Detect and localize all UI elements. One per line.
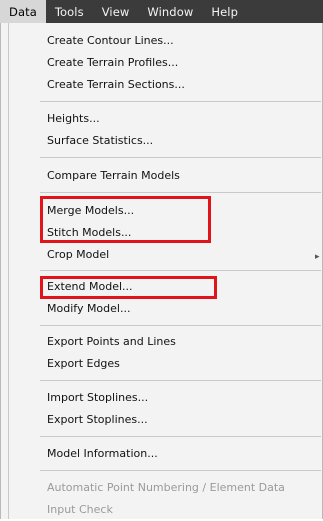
menu-item-import-stoplines[interactable]: Import Stoplines... bbox=[47, 387, 148, 409]
submenu-arrow-icon: ▸ bbox=[315, 252, 320, 262]
menu-item-crop-model[interactable]: Crop Model bbox=[47, 244, 109, 266]
menu-view[interactable]: View bbox=[93, 0, 139, 23]
red-highlight-box bbox=[40, 196, 211, 243]
menu-separator bbox=[40, 270, 321, 271]
menu-item-heights[interactable]: Heights... bbox=[47, 108, 100, 130]
menu-separator bbox=[40, 192, 321, 193]
menu-item-create-terrain-profiles[interactable]: Create Terrain Profiles... bbox=[47, 52, 178, 74]
menu-window[interactable]: Window bbox=[138, 0, 202, 23]
menu-item-model-information[interactable]: Model Information... bbox=[47, 443, 158, 465]
menu-bar: Data Tools View Window Help bbox=[0, 0, 323, 23]
menu-separator bbox=[40, 101, 321, 102]
menu-separator bbox=[40, 380, 321, 381]
menu-tools[interactable]: Tools bbox=[46, 0, 93, 23]
menu-item-input-check: Input Check bbox=[47, 503, 113, 516]
menu-item-create-terrain-sections[interactable]: Create Terrain Sections... bbox=[47, 74, 185, 96]
menu-item-export-points-and-lines[interactable]: Export Points and Lines bbox=[47, 331, 176, 353]
menu-item-export-stoplines[interactable]: Export Stoplines... bbox=[47, 409, 148, 431]
red-highlight-box bbox=[40, 276, 217, 299]
menu-separator bbox=[40, 470, 321, 471]
menu-item-compare-terrain-models[interactable]: Compare Terrain Models bbox=[47, 165, 180, 187]
menu-separator bbox=[40, 325, 321, 326]
menu-separator bbox=[40, 157, 321, 158]
menu-item-modify-model[interactable]: Modify Model... bbox=[47, 298, 130, 320]
menu-item-automatic-point-numbering: Automatic Point Numbering / Element Data bbox=[47, 481, 285, 494]
menu-help[interactable]: Help bbox=[202, 0, 247, 23]
menu-item-surface-statistics[interactable]: Surface Statistics... bbox=[47, 130, 153, 152]
menu-separator bbox=[40, 436, 321, 437]
menu-data[interactable]: Data bbox=[0, 0, 46, 23]
menu-icon-gutter bbox=[8, 23, 9, 519]
menu-item-export-edges[interactable]: Export Edges bbox=[47, 353, 120, 375]
menu-item-create-contour-lines[interactable]: Create Contour Lines... bbox=[47, 30, 174, 52]
